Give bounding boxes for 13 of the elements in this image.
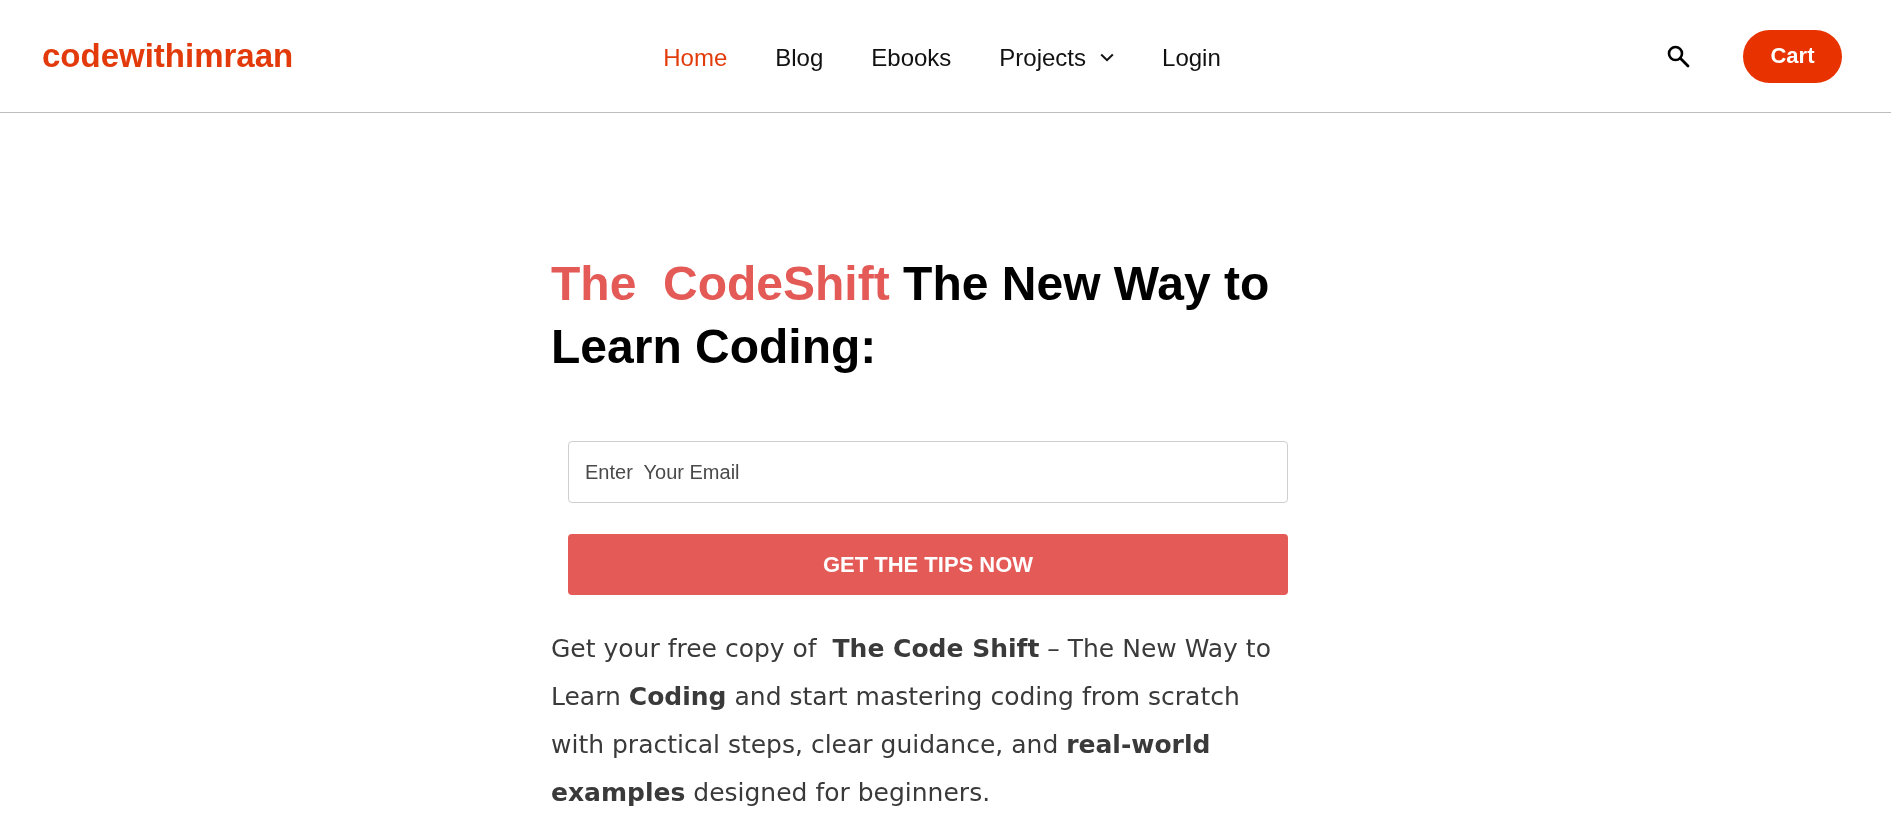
nav-link[interactable]: Ebooks <box>871 43 952 73</box>
headline: The CodeShift The New Way to Learn Coding: <box>551 256 1271 375</box>
site-logo[interactable]: codewithimraan <box>42 37 294 75</box>
caret-icon[interactable] <box>1100 53 1115 63</box>
get-tips-button[interactable]: GET THE TIPS NOW <box>568 534 1288 595</box>
description-text: Get your free copy of The Code Shift – The New Way to Learn Coding and start mastering coding from scratch with practical steps, clear guidance, and real-world examples designed for beginners. <box>551 633 1272 809</box>
nav-link[interactable]: Home <box>663 43 728 73</box>
nav-link[interactable]: Blog <box>775 43 824 73</box>
nav-link[interactable]: Login <box>1162 43 1221 73</box>
cart-button[interactable]: Cart <box>1743 29 1842 83</box>
nav-link[interactable]: Projects <box>999 43 1115 73</box>
email-field[interactable]: Enter Your Email <box>568 441 1288 503</box>
search-icon[interactable] <box>1666 44 1690 68</box>
